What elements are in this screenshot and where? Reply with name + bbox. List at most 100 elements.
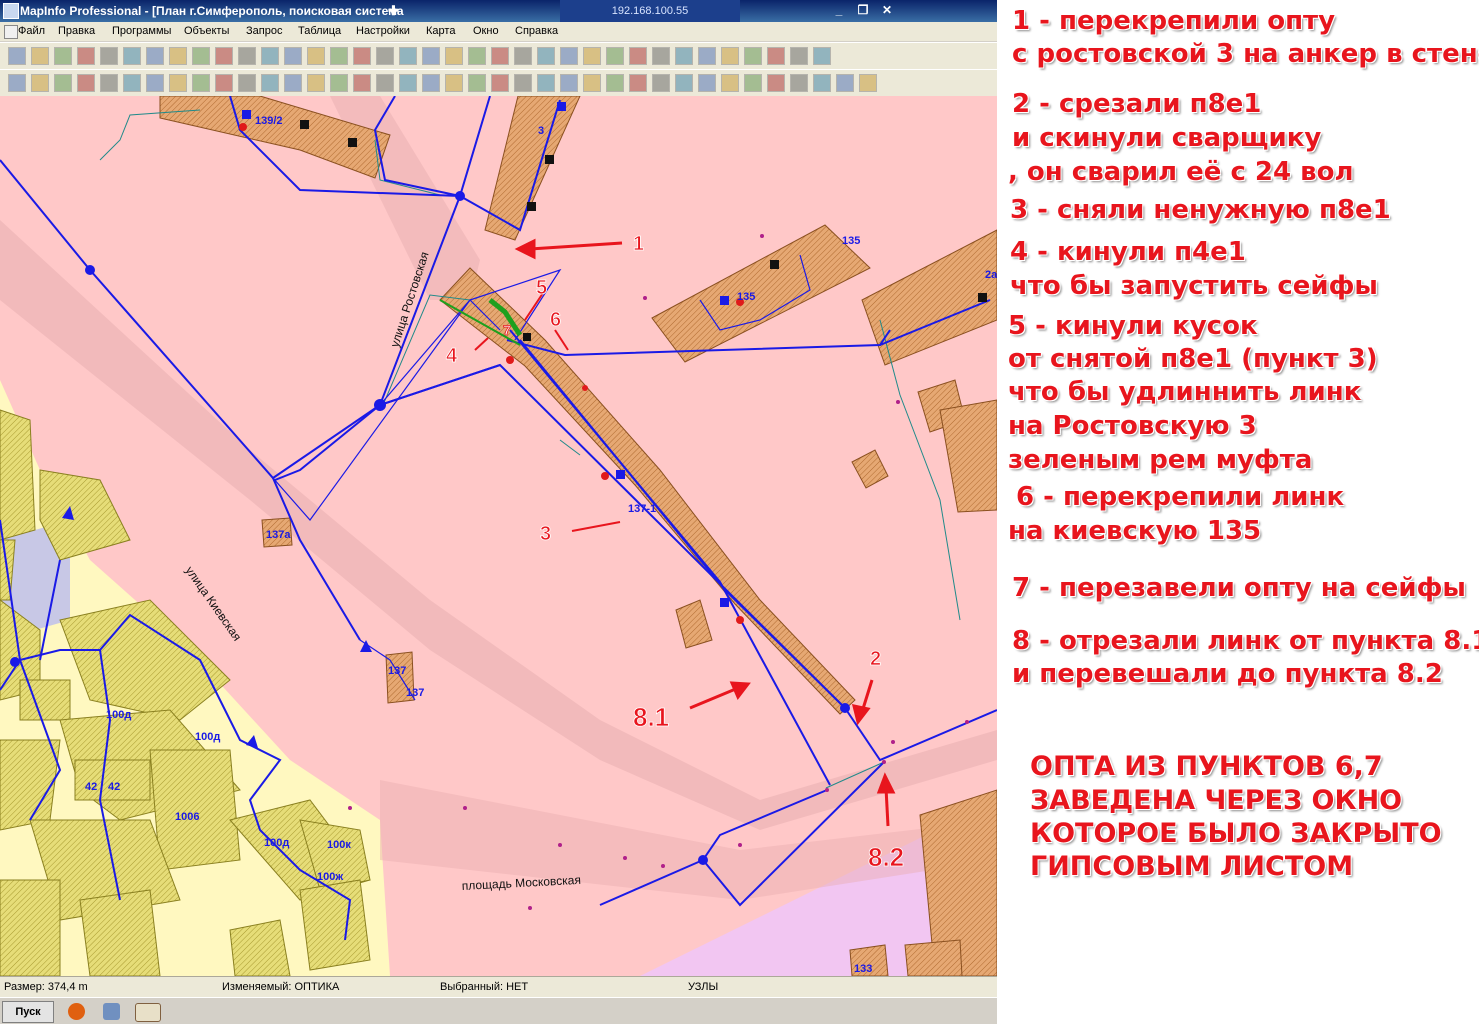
tb2-tool-button-23[interactable] <box>514 74 532 92</box>
tb1-tool-button-24[interactable] <box>537 47 555 65</box>
tb2-tool-button-31[interactable] <box>698 74 716 92</box>
close-button[interactable]: ✕ <box>878 3 896 18</box>
tb2-tool-button-24[interactable] <box>537 74 555 92</box>
tb2-tool-button-7[interactable] <box>146 74 164 92</box>
tb2-tool-button-16[interactable] <box>353 74 371 92</box>
tb2-tool-button-29[interactable] <box>652 74 670 92</box>
tb1-tool-button-13[interactable] <box>284 47 302 65</box>
tb2-tool-button-37[interactable] <box>836 74 854 92</box>
menu-objects[interactable]: Объекты <box>184 25 229 37</box>
tb2-tool-button-1[interactable] <box>8 74 26 92</box>
tb1-tool-button-28[interactable] <box>629 47 647 65</box>
tb2-tool-button-14[interactable] <box>307 74 325 92</box>
tb2-tool-button-27[interactable] <box>606 74 624 92</box>
menu-settings[interactable]: Настройки <box>356 25 410 37</box>
start-button[interactable]: Пуск <box>2 1001 54 1023</box>
tb1-tool-button-31[interactable] <box>698 47 716 65</box>
menu-table[interactable]: Таблица <box>298 25 341 37</box>
tb2-tool-button-19[interactable] <box>422 74 440 92</box>
firefox-icon[interactable] <box>68 1003 85 1020</box>
tb2-tool-button-32[interactable] <box>721 74 739 92</box>
tb2-tool-button-35[interactable] <box>790 74 808 92</box>
tb1-tool-button-29[interactable] <box>652 47 670 65</box>
tb1-tool-button-1[interactable] <box>8 47 26 65</box>
map-canvas[interactable]: 139/2 3 135 135 2а 137-1 137а 137 137 10… <box>0 96 997 976</box>
tb1-tool-button-20[interactable] <box>445 47 463 65</box>
tb1-tool-button-7[interactable] <box>146 47 164 65</box>
tb1-tool-button-10[interactable] <box>215 47 233 65</box>
tb1-tool-button-33[interactable] <box>744 47 762 65</box>
menu-programs[interactable]: Программы <box>112 25 171 37</box>
status-editable-layer[interactable]: Изменяемый: ОПТИКА <box>222 981 339 993</box>
pin-icon[interactable]: ✚ <box>388 3 399 19</box>
menu-window[interactable]: Окно <box>473 25 499 37</box>
tb2-tool-button-20[interactable] <box>445 74 463 92</box>
tb2-tool-button-15[interactable] <box>330 74 348 92</box>
tb1-tool-button-19[interactable] <box>422 47 440 65</box>
app-icon <box>3 3 19 19</box>
document-icon[interactable] <box>4 25 18 39</box>
mapinfo-task-icon[interactable] <box>135 1003 161 1022</box>
tb1-tool-button-4[interactable] <box>77 47 95 65</box>
tb1-tool-button-30[interactable] <box>675 47 693 65</box>
tb1-tool-button-36[interactable] <box>813 47 831 65</box>
tb2-tool-button-22[interactable] <box>491 74 509 92</box>
tb2-tool-button-9[interactable] <box>192 74 210 92</box>
tb2-tool-button-17[interactable] <box>376 74 394 92</box>
menu-file[interactable]: Файл <box>18 25 45 37</box>
tb1-tool-button-34[interactable] <box>767 47 785 65</box>
tb1-tool-button-8[interactable] <box>169 47 187 65</box>
tb2-tool-button-6[interactable] <box>123 74 141 92</box>
tb2-tool-button-33[interactable] <box>744 74 762 92</box>
tb1-tool-button-21[interactable] <box>468 47 486 65</box>
tb1-tool-button-14[interactable] <box>307 47 325 65</box>
tb2-tool-button-10[interactable] <box>215 74 233 92</box>
tb1-tool-button-17[interactable] <box>376 47 394 65</box>
tb1-tool-button-11[interactable] <box>238 47 256 65</box>
menu-help[interactable]: Справка <box>515 25 558 37</box>
app-quicklaunch-icon[interactable] <box>103 1003 120 1020</box>
tb2-tool-button-28[interactable] <box>629 74 647 92</box>
tb2-tool-button-13[interactable] <box>284 74 302 92</box>
tb2-tool-button-12[interactable] <box>261 74 279 92</box>
tb2-tool-button-21[interactable] <box>468 74 486 92</box>
tb2-tool-button-8[interactable] <box>169 74 187 92</box>
tb1-tool-button-23[interactable] <box>514 47 532 65</box>
tb1-tool-button-12[interactable] <box>261 47 279 65</box>
tb1-tool-button-16[interactable] <box>353 47 371 65</box>
tb2-tool-button-3[interactable] <box>54 74 72 92</box>
marker-5: 5 <box>536 277 547 299</box>
menu-edit[interactable]: Правка <box>58 25 95 37</box>
tb2-tool-button-36[interactable] <box>813 74 831 92</box>
tb1-tool-button-27[interactable] <box>606 47 624 65</box>
tb2-tool-button-11[interactable] <box>238 74 256 92</box>
tb2-tool-button-5[interactable] <box>100 74 118 92</box>
tb2-tool-button-30[interactable] <box>675 74 693 92</box>
tb2-tool-button-2[interactable] <box>31 74 49 92</box>
tb1-tool-button-6[interactable] <box>123 47 141 65</box>
tb1-tool-button-32[interactable] <box>721 47 739 65</box>
restore-button[interactable]: ❐ <box>854 3 872 18</box>
menu-map[interactable]: Карта <box>426 25 455 37</box>
tb2-tool-button-4[interactable] <box>77 74 95 92</box>
tb2-tool-button-18[interactable] <box>399 74 417 92</box>
tb1-tool-button-18[interactable] <box>399 47 417 65</box>
tb2-tool-button-26[interactable] <box>583 74 601 92</box>
tb1-tool-button-22[interactable] <box>491 47 509 65</box>
tb1-tool-button-5[interactable] <box>100 47 118 65</box>
menu-query[interactable]: Запрос <box>246 25 282 37</box>
tb1-tool-button-2[interactable] <box>31 47 49 65</box>
tb1-tool-button-35[interactable] <box>790 47 808 65</box>
tb2-tool-button-34[interactable] <box>767 74 785 92</box>
marker-6: 6 <box>550 309 561 331</box>
tb1-tool-button-25[interactable] <box>560 47 578 65</box>
label-42b: 42 <box>108 781 120 793</box>
tb2-tool-button-25[interactable] <box>560 74 578 92</box>
tb1-tool-button-9[interactable] <box>192 47 210 65</box>
tb1-tool-button-3[interactable] <box>54 47 72 65</box>
tb2-tool-button-38[interactable] <box>859 74 877 92</box>
tb1-tool-button-15[interactable] <box>330 47 348 65</box>
map-view[interactable]: 139/2 3 135 135 2а 137-1 137а 137 137 10… <box>0 96 997 976</box>
tb1-tool-button-26[interactable] <box>583 47 601 65</box>
minimize-button[interactable]: _ <box>830 3 848 18</box>
